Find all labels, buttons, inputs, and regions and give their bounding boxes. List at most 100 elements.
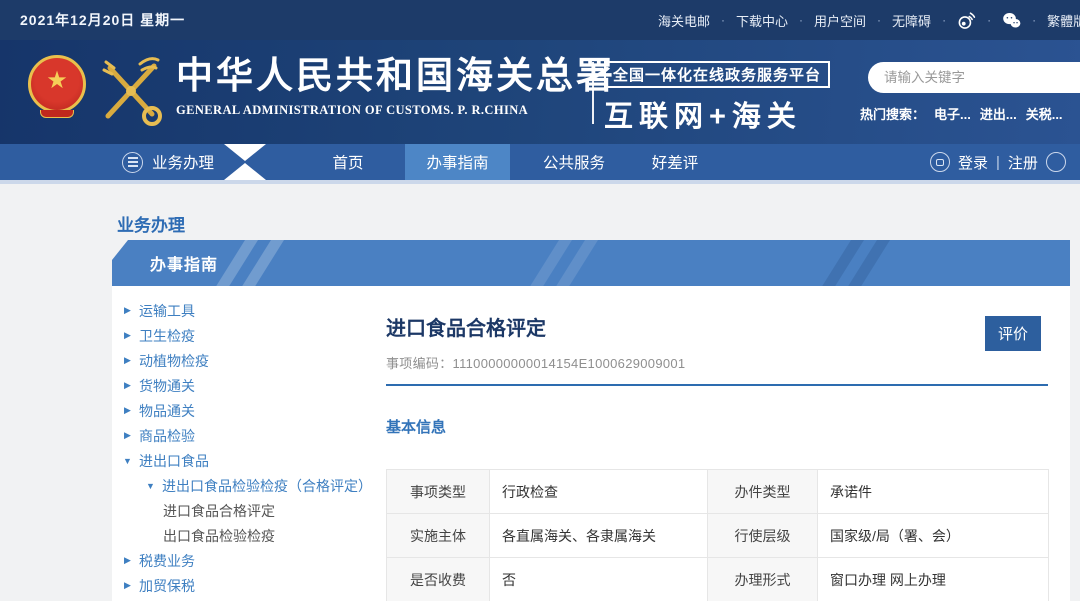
search-input[interactable] [868,62,1080,93]
evaluate-button[interactable]: 评价 [985,316,1041,351]
platform-name: 互联网+海关 [604,93,830,135]
sidebar-item-animal-plant-quarantine[interactable]: ▶ 动植物检疫 [112,348,386,373]
hot-search-item[interactable]: 电子... [934,104,971,123]
basic-info-title: 基本信息 [386,416,1048,437]
weibo-icon[interactable] [957,11,976,30]
topbar-link-downloads[interactable]: 下载中心 [736,11,788,30]
triangle-right-icon: ▶ [122,330,133,341]
detail-panel: 进口食品合格评定 评价 事项编码：11100000000014154E10006… [386,286,1048,601]
sidebar-item-label: 进口食品合格评定 [163,501,275,521]
business-menu-button[interactable]: 业务办理 [122,144,214,180]
sidebar-item-label: 进出口食品 [139,451,209,471]
item-code: 事项编码：11100000000014154E1000629009001 [386,353,1048,372]
sidebar-item-cargo-clearance[interactable]: ▶ 货物通关 [112,373,386,398]
table-row: 实施主体 各直属海关、各隶属海关 行使层级 国家级/局（署、会） [387,514,1049,558]
site-title-en: GENERAL ADMINISTRATION OF CUSTOMS. P. R.… [176,103,616,118]
blue-divider [386,384,1048,386]
wechat-icon[interactable] [1002,11,1021,30]
table-value: 窗口办理 网上办理 [818,558,1049,601]
sidebar-item-label: 出口食品检验检疫 [163,526,275,546]
dot-separator: · [799,13,803,27]
basic-info-table: 事项类型 行政检查 办件类型 承诺件 实施主体 各直属海关、各隶属海关 行使层级… [386,469,1049,601]
sidebar-item-export-food-inspection[interactable]: 出口食品检验检疫 [112,523,386,548]
content-area: 业务办理 办事指南 ▶运输工具 ▶卫生检疫 ▶动植物检疫 ▶货物通关 ▶物品通关… [0,184,1080,601]
dot-separator: · [721,13,725,27]
sidebar-item-import-export-food[interactable]: ▼ 进出口食品 [112,448,386,473]
dot-separator: · [877,13,881,27]
dot-separator: · [942,13,946,27]
triangle-down-icon: ▼ [145,481,156,491]
sidebar-item-label: 卫生检疫 [139,326,195,346]
sidebar-item-label: 加贸保税 [139,576,195,596]
section-banner: 办事指南 [112,240,1070,286]
title-divider [592,62,594,124]
sidebar-item-label: 商品检验 [139,426,195,446]
search-box [868,62,1080,93]
site-title-cn: 中华人民共和国海关总署 [176,57,616,98]
sidebar: ▶ 运输工具 ▶ 卫生检疫 ▶ 动植物检疫 ▶ 货物通关 ▶物品通关 ▶ 商品检验 ▼ 进出… [112,286,386,598]
sidebar-item-label: 运输工具 [139,301,195,321]
masthead: ★ 中华人民共和国海关总署 GENERAL ADMINISTRATION OF … [0,40,1080,144]
topbar-links: 海关电邮 · 下载中心 · 用户空间 · 无障碍 · · · 繁體版 [658,0,1080,40]
triangle-down-icon: ▼ [122,456,133,466]
sidebar-item-label: 货物通关 [139,376,195,396]
triangle-right-icon: ▶ [122,405,133,416]
sidebar-item-transport[interactable]: ▶ 运输工具 [112,298,386,323]
table-value: 否 [490,558,708,601]
sidebar-item-health-quarantine[interactable]: ▶ 卫生检疫 [112,323,386,348]
nav-account-area: 登录 | 注册 [930,144,1066,180]
sidebar-item-label: 动植物检疫 [139,351,209,371]
hamburger-icon [122,152,143,173]
login-link[interactable]: 登录 [958,152,988,173]
dot-separator: · [987,13,991,27]
current-date: 2021年12月20日 星期一 [20,10,185,30]
sidebar-item-commodity-inspection[interactable]: ▶ 商品检验 [112,423,386,448]
sidebar-item-import-food-conformity[interactable]: 进口食品合格评定 [112,498,386,523]
navbar: 业务办理 首页 办事指南 公共服务 好差评 登录 | 注册 [0,144,1080,180]
nav-item-home[interactable]: 首页 [318,144,378,180]
sidebar-item-articles-clearance[interactable]: ▶物品通关 [112,398,386,423]
register-link[interactable]: 注册 [1008,152,1038,173]
hot-search-item[interactable]: 关税... [1026,104,1063,123]
business-menu-label: 业务办理 [152,151,214,173]
nav-item-rating[interactable]: 好差评 [644,144,706,180]
hot-search-label: 热门搜索： [860,104,925,123]
nav-item-service-guide-active[interactable]: 办事指南 [405,144,510,180]
triangle-right-icon: ▶ [122,355,133,366]
platform-block: 全国一体化在线政务服务平台 互联网+海关 [604,61,830,135]
item-heading: 进口食品合格评定 [386,286,1048,341]
national-emblem-icon: ★ [28,55,86,127]
table-label: 办件类型 [708,470,818,514]
dot-separator: · [1032,13,1036,27]
triangle-right-icon: ▶ [122,380,133,391]
pipe-separator: | [996,154,1000,171]
sidebar-item-processing-trade[interactable]: ▶ 加贸保税 [112,573,386,598]
customs-emblem-icon [96,52,166,133]
triangle-right-icon: ▶ [122,305,133,316]
topbar-link-userspace[interactable]: 用户空间 [814,11,866,30]
sidebar-item-tax-business[interactable]: ▶ 税费业务 [112,548,386,573]
customs-portal-page: { "topbar": { "date": "2021年12月20日 星期一",… [0,0,1080,601]
table-label: 行使层级 [708,514,818,558]
platform-badge: 全国一体化在线政务服务平台 [604,61,830,88]
sidebar-item-food-inspection-conformity[interactable]: ▼ 进出口食品检验检疫（合格评定） [112,473,386,498]
triangle-right-icon: ▶ [122,580,133,591]
triangle-right-icon: ▶ [122,430,133,441]
table-label: 事项类型 [387,470,490,514]
topbar-link-traditional-chinese[interactable]: 繁體版 [1047,11,1080,30]
topbar: 2021年12月20日 星期一 海关电邮 · 下载中心 · 用户空间 · 无障碍… [0,0,1080,40]
banner-title: 办事指南 [150,240,218,286]
topbar-link-accessibility[interactable]: 无障碍 [892,11,931,30]
topbar-link-mail[interactable]: 海关电邮 [658,11,710,30]
table-value: 行政检查 [490,470,708,514]
table-value: 各直属海关、各隶属海关 [490,514,708,558]
hot-search-item[interactable]: 进出... [980,104,1017,123]
sidebar-item-label: 进出口食品检验检疫（合格评定） [162,476,372,496]
triangle-right-icon: ▶ [122,555,133,566]
clipped-circle-icon [1046,152,1066,172]
comment-bubble-icon [930,152,950,172]
table-row: 事项类型 行政检查 办件类型 承诺件 [387,470,1049,514]
sidebar-item-label: 税费业务 [139,551,195,571]
nav-item-public-services[interactable]: 公共服务 [536,144,612,180]
nav-arrow-decoration [224,144,266,180]
